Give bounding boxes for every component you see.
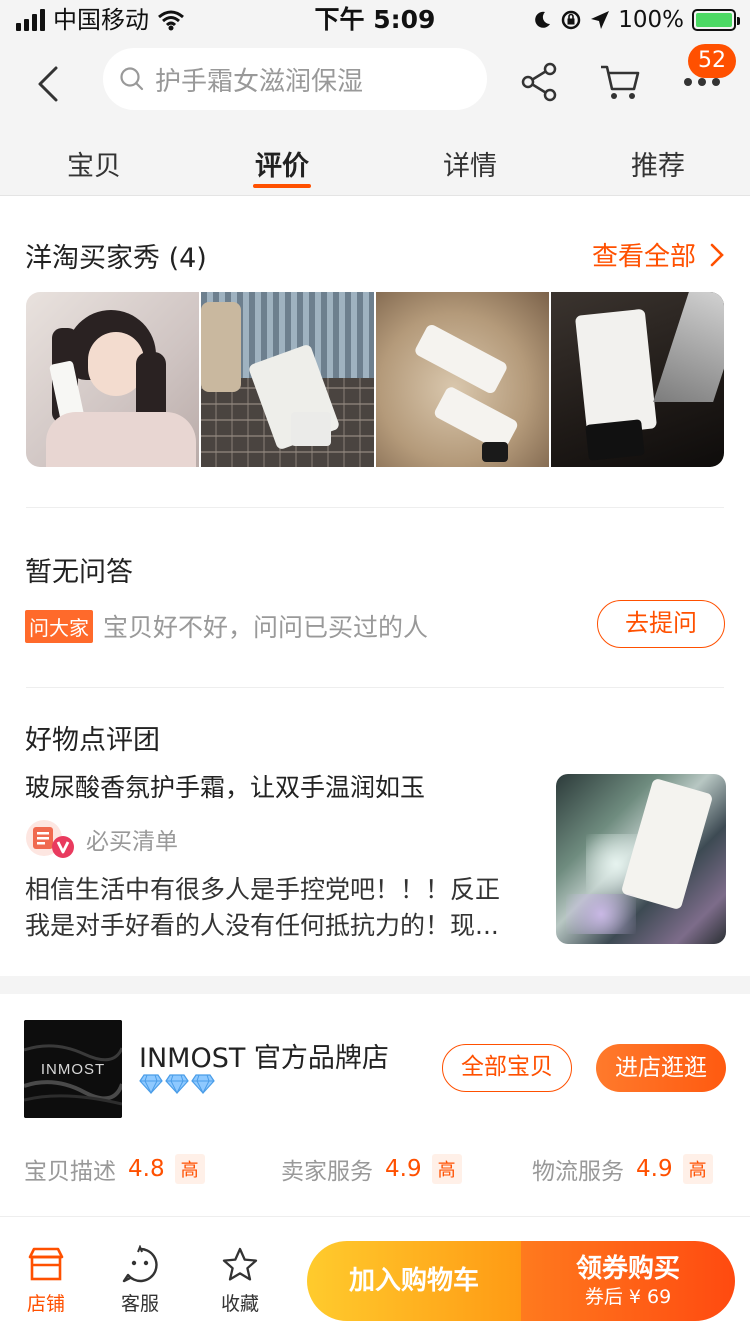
share-icon[interactable] xyxy=(518,60,562,104)
section-gap xyxy=(0,976,750,994)
nav-header: 护手霜女滋润保湿 52 xyxy=(0,40,750,130)
buy-price: 券后 ¥ 69 xyxy=(584,1286,672,1308)
buyer-photo[interactable] xyxy=(551,292,724,467)
qa-prompt: 宝贝好不好，问问已买过的人 xyxy=(103,613,429,642)
favorite-label: 收藏 xyxy=(220,1293,259,1315)
cart-icon[interactable] xyxy=(598,60,642,104)
active-tab-indicator xyxy=(253,184,311,188)
diamond-icon xyxy=(191,1074,215,1094)
qa-prompt-row: 问大家 宝贝好不好，问问已买过的人 xyxy=(25,608,428,644)
star-icon xyxy=(222,1247,258,1281)
buy-with-coupon-button[interactable]: 领券购买 券后 ¥ 69 xyxy=(521,1241,735,1321)
qa-tag: 问大家 xyxy=(25,609,93,643)
rating-score: 4.8 xyxy=(128,1156,165,1182)
status-bar: 中国移动 下午 5:09 100% xyxy=(0,0,750,40)
divider xyxy=(26,507,724,508)
rating-logistics: 物流服务 4.9 高 xyxy=(532,1152,713,1186)
bottom-action-bar: 店铺 客服 收藏 加入购物车 领券购买 券后 ¥ 69 xyxy=(0,1216,750,1334)
rating-level: 高 xyxy=(431,1154,462,1184)
shop-logo-text: INMOST xyxy=(41,1061,105,1078)
customer-service-button[interactable]: 客服 xyxy=(105,1245,175,1316)
rating-level: 高 xyxy=(174,1154,205,1184)
shop-logo[interactable]: INMOST xyxy=(24,1020,122,1118)
shop-level-diamonds xyxy=(139,1074,215,1094)
store-button[interactable]: 店铺 xyxy=(11,1245,81,1316)
tab-item[interactable]: 宝贝 xyxy=(34,144,154,183)
buyer-photo[interactable] xyxy=(26,292,199,467)
view-all-label: 查看全部 xyxy=(591,242,696,272)
store-icon xyxy=(28,1247,64,1281)
search-placeholder: 护手霜女滋润保湿 xyxy=(155,66,364,97)
list-icon xyxy=(24,818,76,860)
back-arrow-icon[interactable] xyxy=(28,62,72,106)
chat-face-icon xyxy=(122,1245,158,1283)
add-to-cart-button[interactable]: 加入购物车 xyxy=(307,1241,521,1321)
shop-ratings: 宝贝描述 4.8 高 卖家服务 4.9 高 物流服务 4.9 高 xyxy=(24,1152,726,1186)
buyer-photo[interactable] xyxy=(376,292,549,467)
battery-level xyxy=(696,13,732,27)
tab-reviews[interactable]: 评价 xyxy=(222,144,342,183)
review-author: 必买清单 xyxy=(24,818,178,860)
buyer-photo[interactable] xyxy=(201,292,374,467)
diamond-icon xyxy=(139,1074,163,1094)
review-group-title: 好物点评团 xyxy=(25,725,160,756)
tab-details[interactable]: 详情 xyxy=(410,144,530,183)
all-items-button[interactable]: 全部宝贝 xyxy=(442,1044,572,1092)
tab-bar: 宝贝 评价 详情 推荐 xyxy=(0,130,750,196)
rating-score: 4.9 xyxy=(385,1156,422,1182)
diamond-icon xyxy=(165,1074,189,1094)
buy-label: 领券购买 xyxy=(575,1254,680,1284)
rating-label: 宝贝描述 xyxy=(24,1159,116,1185)
view-all-link[interactable]: 查看全部 xyxy=(592,236,724,273)
search-input[interactable]: 护手霜女滋润保湿 xyxy=(103,48,487,110)
rotation-lock-icon xyxy=(561,10,581,30)
cart-count-badge: 52 xyxy=(688,44,736,78)
review-image[interactable] xyxy=(556,774,726,944)
review-body-line: 相信生活中有很多人是手控党吧！！！反正 xyxy=(25,875,501,904)
store-label: 店铺 xyxy=(26,1293,65,1315)
chevron-right-icon xyxy=(710,243,724,266)
buyer-photo-strip xyxy=(26,292,724,467)
review-body-line: 我是对手好看的人没有任何抵抗力的！现... xyxy=(25,911,499,940)
divider xyxy=(26,687,724,688)
purchase-actions: 加入购物车 领券购买 券后 ¥ 69 xyxy=(307,1241,735,1321)
favorite-button[interactable]: 收藏 xyxy=(205,1245,275,1316)
tab-recommend[interactable]: 推荐 xyxy=(598,144,718,183)
rating-description: 宝贝描述 4.8 高 xyxy=(24,1152,205,1186)
rating-label: 卖家服务 xyxy=(281,1159,373,1185)
qa-title: 暂无问答 xyxy=(25,557,133,588)
review-headline[interactable]: 玻尿酸香氛护手霜，让双手温润如玉 xyxy=(25,768,425,804)
author-name: 必买清单 xyxy=(86,829,178,855)
battery-percent: 100% xyxy=(618,7,684,33)
location-icon xyxy=(591,11,610,29)
visit-shop-button[interactable]: 进店逛逛 xyxy=(596,1044,726,1092)
shop-name[interactable]: INMOST 官方品牌店 xyxy=(139,1036,389,1075)
rating-score: 4.9 xyxy=(636,1156,673,1182)
moon-icon xyxy=(535,11,551,28)
search-icon xyxy=(120,67,144,91)
rating-level: 高 xyxy=(682,1154,713,1184)
service-label: 客服 xyxy=(120,1293,159,1315)
ask-question-button[interactable]: 去提问 xyxy=(597,600,725,648)
review-body[interactable]: 相信生活中有很多人是手控党吧！！！反正 我是对手好看的人没有任何抵抗力的！现..… xyxy=(25,872,540,944)
battery-icon xyxy=(692,9,740,31)
rating-label: 物流服务 xyxy=(532,1159,624,1185)
rating-service: 卖家服务 4.9 高 xyxy=(281,1152,462,1186)
buyer-show-title: 洋淘买家秀 (4) xyxy=(25,243,207,274)
